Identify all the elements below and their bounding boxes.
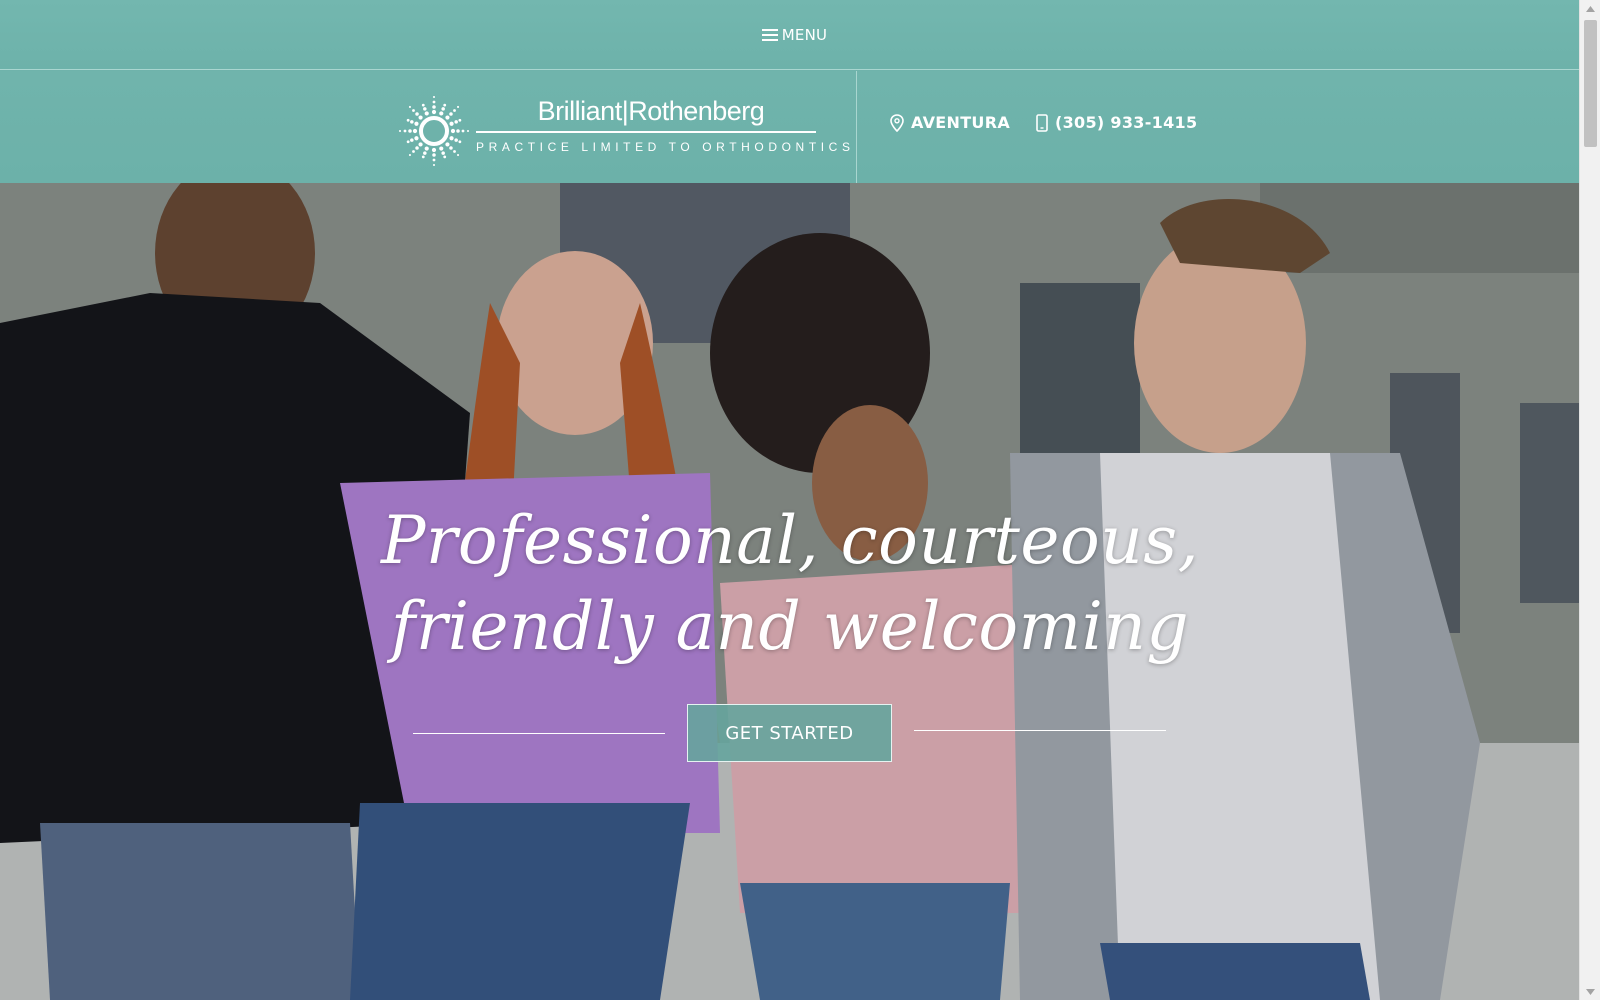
menu-button[interactable]: MENU xyxy=(761,25,828,44)
hero-headline-line-2: friendly and welcoming xyxy=(390,588,1190,665)
mobile-phone-icon xyxy=(1036,113,1048,132)
scroll-up-arrow-icon[interactable] xyxy=(1580,0,1600,17)
cta-decorative-line-left xyxy=(413,733,665,734)
scroll-down-arrow-icon[interactable] xyxy=(1580,983,1600,1000)
cta-decorative-line-right xyxy=(914,730,1166,731)
header-divider xyxy=(856,71,857,183)
location-link[interactable]: AVENTURA xyxy=(890,113,1010,132)
site-header: Brilliant|Rothenberg PRACTICE LIMITED TO… xyxy=(0,71,1579,183)
phone-link[interactable]: (305) 933-1415 xyxy=(1036,113,1197,132)
logo-tagline: PRACTICE LIMITED TO ORTHODONTICS xyxy=(476,140,855,154)
scrollbar-thumb[interactable] xyxy=(1584,20,1597,147)
page-scrollbar[interactable] xyxy=(1579,0,1600,1000)
hero-section: Professional, courteous, friendly and we… xyxy=(0,183,1579,1000)
hamburger-icon xyxy=(761,28,778,41)
hero-headline-line-1: Professional, courteous, xyxy=(380,502,1200,579)
logo-name: Brilliant|Rothenberg xyxy=(537,96,765,126)
top-menu-bar: MENU xyxy=(0,0,1579,70)
phone-label: (305) 933-1415 xyxy=(1055,113,1198,132)
sun-logo-icon xyxy=(398,95,470,167)
get-started-button[interactable]: GET STARTED xyxy=(687,704,892,762)
menu-label: MENU xyxy=(781,25,828,44)
location-label: AVENTURA xyxy=(911,113,1011,132)
site-logo[interactable]: Brilliant|Rothenberg PRACTICE LIMITED TO… xyxy=(396,93,855,169)
map-pin-icon xyxy=(890,113,904,132)
contact-info: AVENTURA (305) 933-1415 xyxy=(890,113,1197,132)
page: MENU Brilliant|Rothenberg PRACTICE LIMIT… xyxy=(0,0,1579,1000)
cta-row: GET STARTED xyxy=(413,704,1167,762)
hero-headline: Professional, courteous, friendly and we… xyxy=(380,498,1200,670)
logo-divider xyxy=(476,131,816,133)
